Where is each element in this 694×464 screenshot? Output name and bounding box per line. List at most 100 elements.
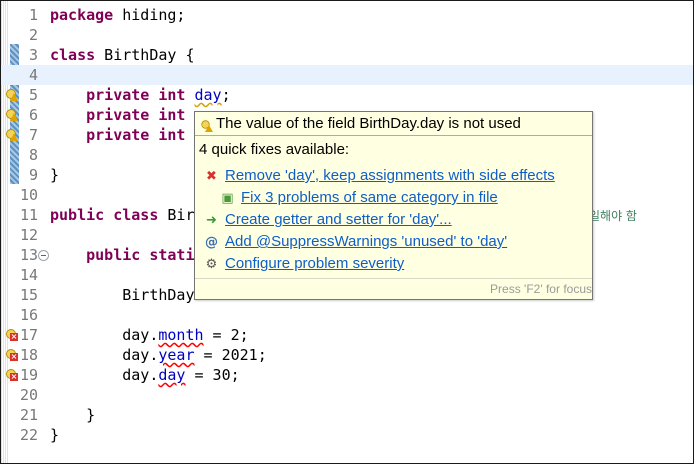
line-number: 9 xyxy=(28,166,38,184)
keyword-token: private xyxy=(86,126,150,144)
warning-bulb-icon[interactable] xyxy=(5,88,18,102)
code-line[interactable]: 17 × day.month = 2; xyxy=(1,325,693,345)
quick-fix-link[interactable]: Fix 3 problems of same category in file xyxy=(241,188,498,208)
error-bulb-icon[interactable]: × xyxy=(5,348,18,362)
code-line[interactable]: 22} xyxy=(1,425,693,445)
remove-x-icon: ✖ xyxy=(206,169,217,184)
keyword-token: class xyxy=(113,206,159,224)
warning-bulb-icon[interactable] xyxy=(5,128,18,142)
code-token: hiding; xyxy=(113,6,186,24)
line-number: 1 xyxy=(28,6,38,24)
quick-fix-link[interactable]: Configure problem severity xyxy=(225,254,404,274)
field-token: day xyxy=(194,86,222,104)
code-text: day.month = 2; xyxy=(50,325,249,345)
keyword-token: public xyxy=(50,206,105,224)
field-token: month xyxy=(158,326,204,344)
keyword-token: private xyxy=(86,106,150,124)
code-line[interactable]: 4 xyxy=(1,65,693,85)
code-text: private int xyxy=(50,125,185,145)
code-token: day. xyxy=(50,346,159,364)
code-line[interactable]: 16 xyxy=(1,305,693,325)
code-token: BirthDay xyxy=(50,286,195,304)
line-number: 20 xyxy=(19,386,38,404)
line-number: 7 xyxy=(28,126,38,144)
code-text: public class Bir xyxy=(50,205,195,225)
line-number: 8 xyxy=(28,146,38,164)
code-token: day. xyxy=(50,326,159,344)
code-token: = 2; xyxy=(203,326,249,344)
line-number: 4 xyxy=(28,66,38,84)
fold-toggle-icon[interactable] xyxy=(38,250,49,261)
line-number: 5 xyxy=(28,86,38,104)
code-line[interactable]: 19 × day.day = 30; xyxy=(1,365,693,385)
code-text: BirthDay xyxy=(50,285,195,305)
code-token: } xyxy=(50,426,60,444)
code-token: } xyxy=(50,406,96,424)
keyword-token: public xyxy=(86,246,141,264)
hover-title: The value of the field BirthDay.day is n… xyxy=(216,115,521,132)
code-line[interactable]: 2 xyxy=(1,25,693,45)
error-bulb-icon[interactable]: × xyxy=(5,328,18,342)
warning-bulb-icon xyxy=(201,120,213,132)
line-number: 3 xyxy=(28,46,38,64)
code-token: = 2021; xyxy=(194,346,267,364)
code-token: = 30; xyxy=(185,366,240,384)
line-number: 22 xyxy=(19,426,38,444)
code-text: } xyxy=(50,405,95,425)
quick-fix-hover[interactable]: The value of the field BirthDay.day is n… xyxy=(194,111,593,300)
keyword-token: class xyxy=(50,46,96,64)
annotation-icon: @ xyxy=(205,235,218,250)
getter-setter-icon: ➜ xyxy=(206,213,217,228)
code-line[interactable]: 5 private int day; xyxy=(1,85,693,105)
multi-fix-icon: ▣ xyxy=(221,191,234,206)
line-number: 6 xyxy=(28,106,38,124)
code-text: day.year = 2021; xyxy=(50,345,267,365)
code-line[interactable]: 1 package hiding; xyxy=(1,5,693,25)
line-number: 12 xyxy=(19,226,38,244)
code-text: } xyxy=(50,165,59,185)
focus-hint: Press 'F2' for focus xyxy=(490,282,592,296)
line-number: 18 xyxy=(19,346,38,364)
keyword-token: int xyxy=(158,86,186,104)
code-token: Bir xyxy=(158,206,195,224)
quick-fix-link[interactable]: Remove 'day', keep assignments with side… xyxy=(225,166,555,186)
keyword-token: private xyxy=(86,86,150,104)
line-number: 13 xyxy=(19,246,38,264)
code-text: private int day; xyxy=(50,85,231,105)
code-line[interactable]: 20 xyxy=(1,385,693,405)
configure-severity-icon: ⚙ xyxy=(205,257,218,272)
line-number: 17 xyxy=(19,326,38,344)
code-line[interactable]: 3 class BirthDay { xyxy=(1,45,693,65)
code-token: } xyxy=(50,166,60,184)
line-number: 19 xyxy=(19,366,38,384)
code-text: day.day = 30; xyxy=(50,365,240,385)
code-text: private int xyxy=(50,105,185,125)
keyword-token: int xyxy=(158,126,186,144)
line-number: 16 xyxy=(19,306,38,324)
field-token: day xyxy=(158,366,186,384)
field-token: year xyxy=(158,346,195,364)
comment-fragment: 일해야 함 xyxy=(589,209,637,223)
editor-window: 1 package hiding; 2 3 class BirthDay {4 5 pri… xyxy=(0,0,694,464)
code-line[interactable]: 21 } xyxy=(1,405,693,425)
quick-fix-link[interactable]: Add @SuppressWarnings 'unused' to 'day' xyxy=(225,232,507,252)
error-bulb-icon[interactable]: × xyxy=(5,368,18,382)
line-number: 2 xyxy=(28,26,38,44)
hover-status-bar: Press 'F2' for focus xyxy=(195,278,592,299)
hover-separator xyxy=(195,135,592,136)
warning-bulb-icon[interactable] xyxy=(5,108,18,122)
code-token: day. xyxy=(50,366,159,384)
keyword-token: stati xyxy=(149,246,195,264)
code-text: package hiding; xyxy=(50,5,185,25)
code-token: ; xyxy=(221,86,231,104)
code-line[interactable]: 18 × day.year = 2021; xyxy=(1,345,693,365)
quick-fix-link[interactable]: Create getter and setter for 'day'... xyxy=(225,210,452,230)
line-number: 21 xyxy=(19,406,38,424)
